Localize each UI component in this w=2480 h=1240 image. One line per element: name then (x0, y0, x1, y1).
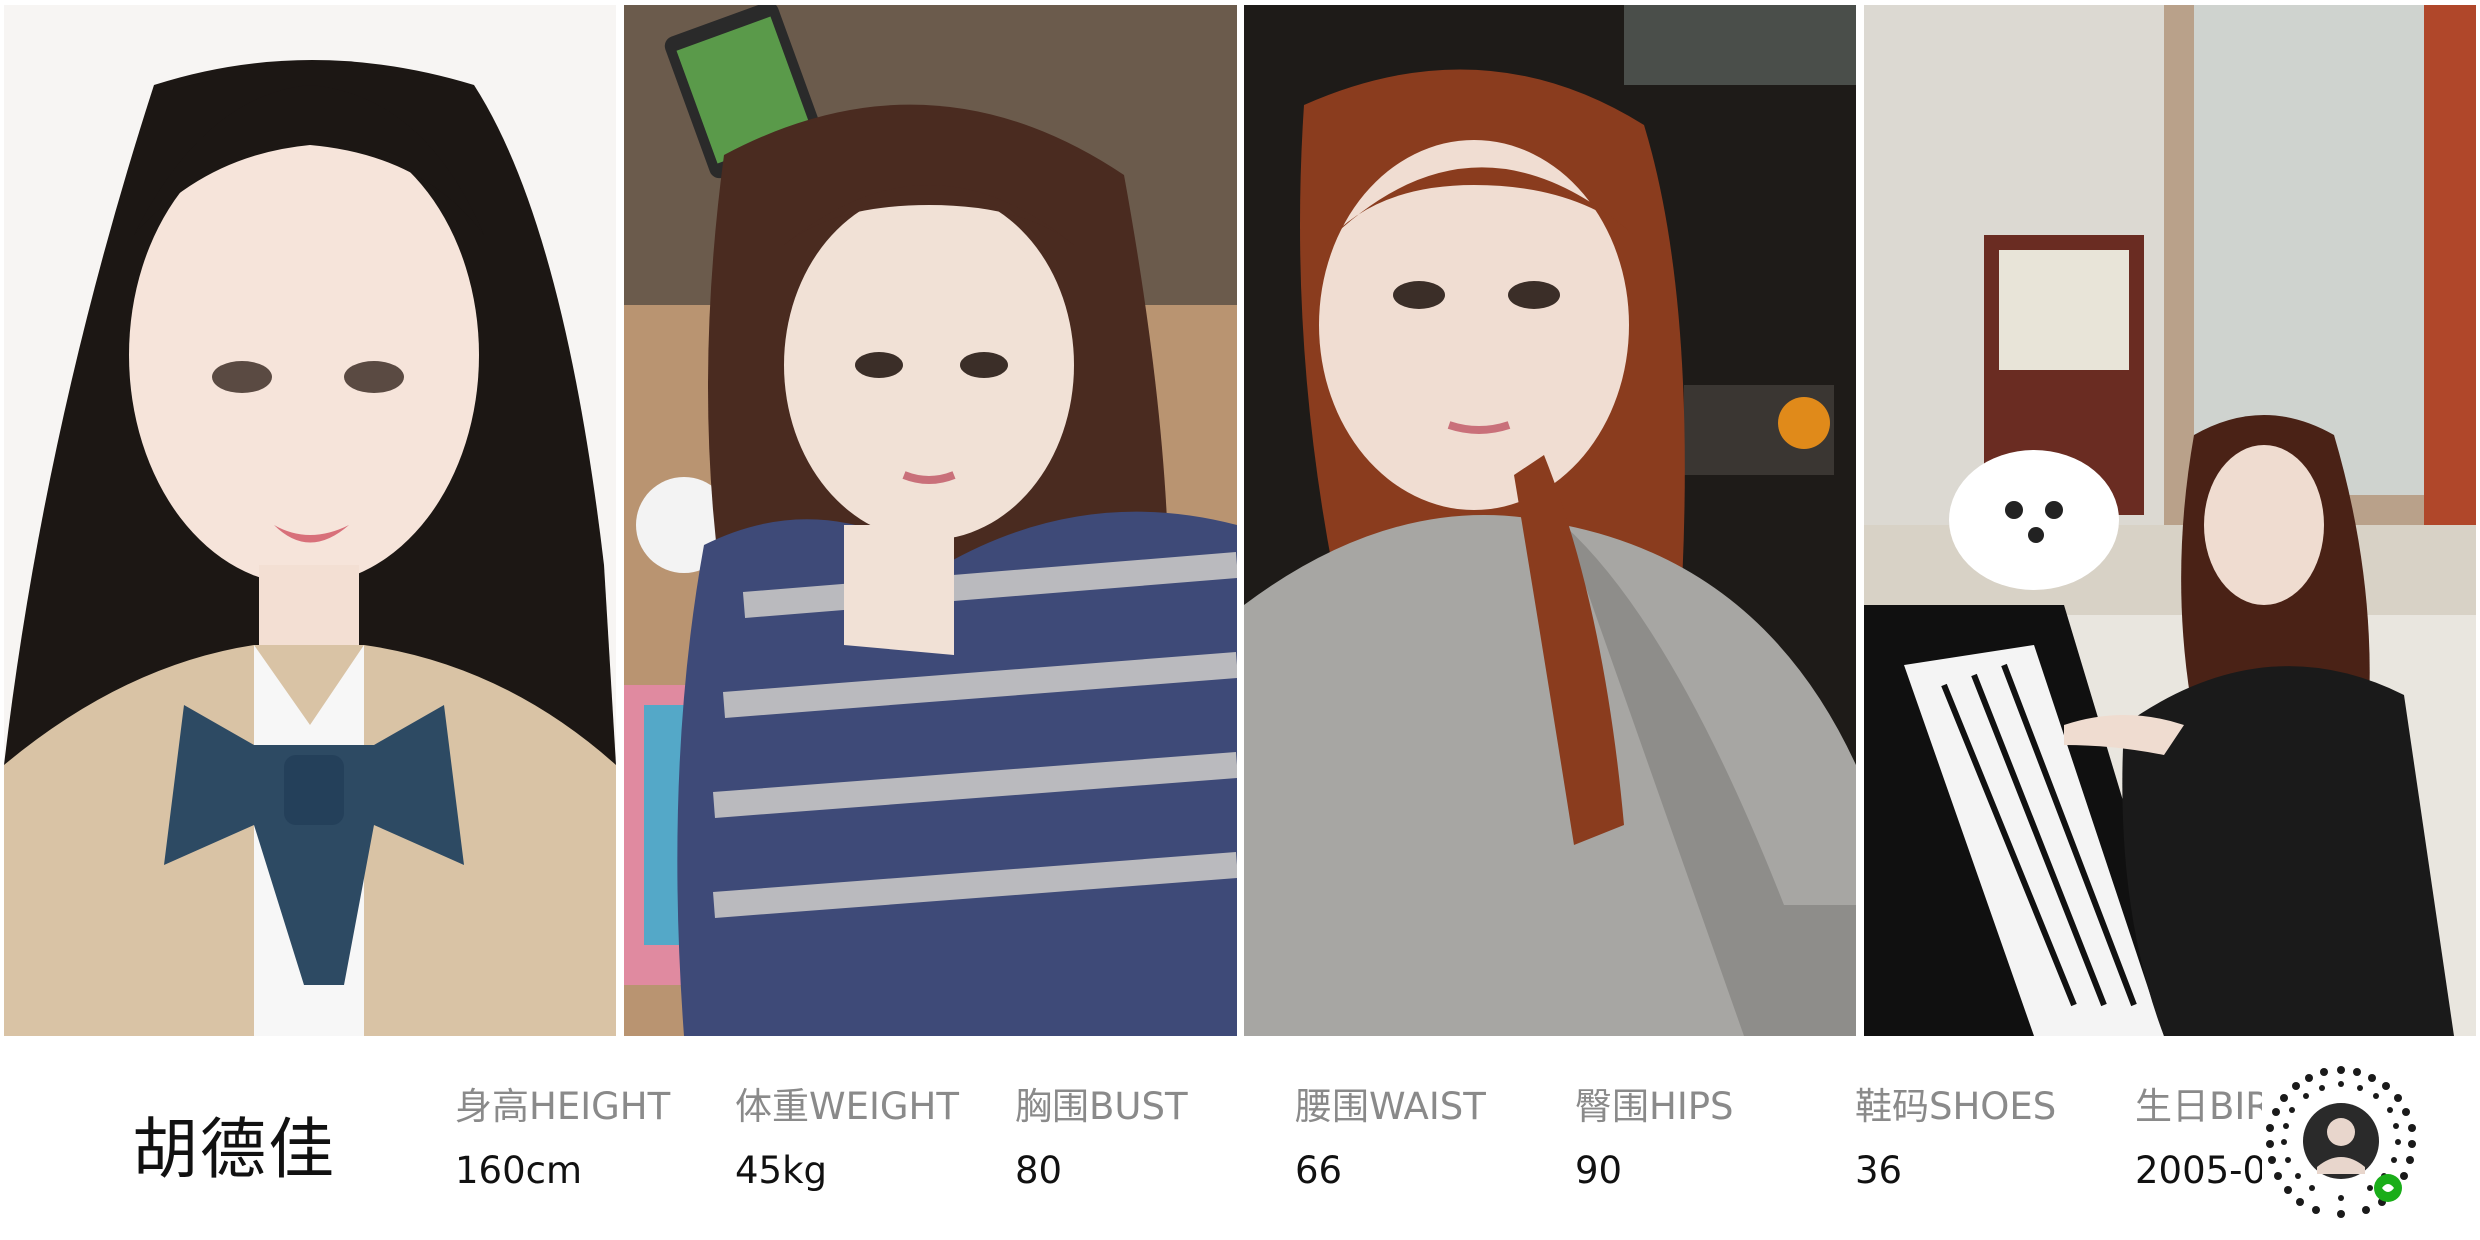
qr-pattern (2266, 1066, 2416, 1218)
stat-value: 2005-0 (2135, 1149, 2267, 1192)
stat-label: 身高HEIGHT (455, 1085, 671, 1128)
portrait-formal-photo (4, 5, 616, 1036)
stat-label: 臀围HIPS (1575, 1085, 1734, 1128)
stat-value: 160cm (455, 1149, 583, 1192)
model-name: 胡德佳 (132, 1111, 336, 1188)
stat-weight: 体重WEIGHT 45kg (735, 1080, 959, 1198)
stat-label: 腰围WAIST (1295, 1085, 1486, 1128)
stat-value: 90 (1575, 1149, 1623, 1192)
photo-strip (0, 0, 2480, 1036)
photo-selfie-night[interactable] (1244, 5, 1856, 1036)
stat-label: 胸围BUST (1015, 1085, 1188, 1128)
photo-piano[interactable] (1864, 5, 2476, 1036)
stat-label: 生日BIR (2135, 1085, 2272, 1128)
selfie-plaid-hoodie-photo (624, 5, 1237, 1036)
stat-shoes: 鞋码SHOES 36 (1855, 1080, 2056, 1198)
stat-birthday: 生日BIR 2005-0 (2135, 1080, 2271, 1198)
stat-value: 80 (1015, 1149, 1063, 1192)
stat-label: 鞋码SHOES (1855, 1085, 2057, 1128)
piano-playing-photo (1864, 5, 2476, 1036)
night-selfie-grey-hoodie-photo (1244, 5, 1856, 1036)
stat-hips: 臀围HIPS 90 (1575, 1080, 1734, 1198)
photo-selfie-plaid[interactable] (624, 5, 1237, 1036)
stat-value: 45kg (735, 1149, 827, 1192)
stat-value: 36 (1855, 1149, 1903, 1192)
profile-card (0, 1036, 2480, 1240)
stat-value: 66 (1295, 1149, 1343, 1192)
stat-label: 体重WEIGHT (735, 1085, 959, 1128)
stat-bust: 胸围BUST 80 (1015, 1080, 1188, 1198)
photo-portrait[interactable] (4, 5, 616, 1036)
stat-waist: 腰围WAIST 66 (1295, 1080, 1486, 1198)
mini-program-qr-code-icon[interactable] (2262, 1062, 2420, 1220)
stat-height: 身高HEIGHT 160cm (455, 1080, 670, 1198)
